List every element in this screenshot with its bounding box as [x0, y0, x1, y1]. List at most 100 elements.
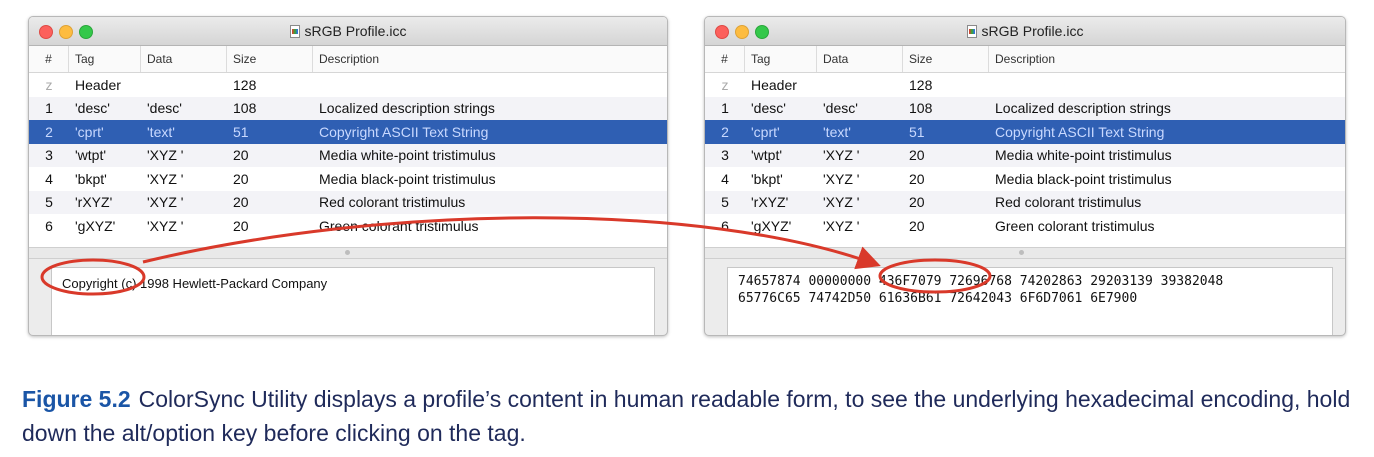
cell-number: 5 [45, 194, 53, 211]
split-view-divider[interactable] [705, 247, 1345, 259]
divider-grip-icon [345, 250, 350, 255]
table-row[interactable]: 3 'wtpt' 'XYZ ' 20 Media white-point tri… [29, 143, 667, 167]
cell-number: 1 [45, 100, 53, 117]
cell-number: 2 [45, 123, 53, 140]
column-header-description[interactable]: Description [313, 46, 667, 72]
caption-text: ColorSync Utility displays a profile’s c… [22, 386, 1351, 446]
column-header-number[interactable]: # [29, 46, 69, 72]
cell-number: 3 [721, 147, 729, 164]
cell-description: Media black-point tristimulus [995, 170, 1172, 187]
cell-description: Green colorant tristimulus [319, 217, 479, 234]
table-row[interactable]: 1 'desc' 'desc' 108 Localized descriptio… [705, 96, 1345, 120]
table-row[interactable]: z Header 128 [29, 73, 667, 97]
tag-content-text: Copyright (c) 1998 Hewlett-Packard Compa… [62, 276, 328, 291]
cell-data: 'XYZ ' [147, 194, 184, 211]
tag-table: # Tag Data Size Description z Header 128… [29, 46, 667, 247]
table-row[interactable]: 4 'bkpt' 'XYZ ' 20 Media black-point tri… [29, 167, 667, 191]
cell-number: 4 [721, 170, 729, 187]
cell-tag: 'desc' [75, 100, 110, 117]
document-icon [289, 24, 300, 38]
split-view-divider[interactable] [29, 247, 667, 259]
titlebar[interactable]: sRGB Profile.icc [29, 17, 667, 46]
column-header-number[interactable]: # [705, 46, 745, 72]
tag-table: # Tag Data Size Description z Header 128… [705, 46, 1345, 247]
tag-content-view[interactable]: Copyright (c) 1998 Hewlett-Packard Compa… [51, 267, 655, 335]
cell-data: 'text' [823, 123, 851, 140]
cell-description: Media black-point tristimulus [319, 170, 496, 187]
table-row[interactable]: 4 'bkpt' 'XYZ ' 20 Media black-point tri… [705, 167, 1345, 191]
cell-tag: 'rXYZ' [75, 194, 113, 211]
hex-line: 65776C65 74742D50 61636B61 72642043 6F6D… [738, 291, 1138, 306]
cell-description: Copyright ASCII Text String [995, 123, 1165, 140]
column-header-size[interactable]: Size [903, 46, 989, 72]
cell-data: 'XYZ ' [823, 194, 860, 211]
table-row[interactable]: 5 'rXYZ' 'XYZ ' 20 Red colorant tristimu… [705, 190, 1345, 214]
cell-tag: 'gXYZ' [751, 217, 792, 234]
cell-size: 20 [909, 194, 925, 211]
cell-description: Green colorant tristimulus [995, 217, 1155, 234]
table-row[interactable]: 3 'wtpt' 'XYZ ' 20 Media white-point tri… [705, 143, 1345, 167]
cell-number: 5 [721, 194, 729, 211]
divider-grip-icon [1019, 250, 1024, 255]
cell-tag: 'bkpt' [75, 170, 107, 187]
cell-description: Red colorant tristimulus [319, 194, 466, 211]
cell-description: Localized description strings [995, 100, 1171, 117]
table-row[interactable]: z Header 128 [705, 73, 1345, 97]
column-header-size[interactable]: Size [227, 46, 313, 72]
cell-tag: 'wtpt' [75, 147, 107, 164]
cell-size: 108 [233, 100, 257, 117]
cell-size: 128 [909, 76, 933, 93]
colorsync-window-hex-view: sRGB Profile.icc # Tag Data Size Descrip… [704, 16, 1346, 336]
cell-size: 20 [233, 147, 249, 164]
cell-size: 51 [233, 123, 249, 140]
column-header-data[interactable]: Data [817, 46, 903, 72]
column-header-data[interactable]: Data [141, 46, 227, 72]
cell-data: 'XYZ ' [823, 170, 860, 187]
column-header-description[interactable]: Description [989, 46, 1345, 72]
table-row-selected[interactable]: 2 'cprt' 'text' 51 Copyright ASCII Text … [705, 120, 1345, 144]
table-row-selected[interactable]: 2 'cprt' 'text' 51 Copyright ASCII Text … [29, 120, 667, 144]
cell-size: 128 [233, 76, 257, 93]
window-title: sRGB Profile.icc [29, 17, 667, 45]
cell-data: 'XYZ ' [823, 147, 860, 164]
cell-size: 20 [909, 170, 925, 187]
table-row[interactable]: 6 'gXYZ' 'XYZ ' 20 Green colorant tristi… [29, 214, 667, 238]
cell-size: 108 [909, 100, 933, 117]
cell-size: 20 [233, 170, 249, 187]
cell-tag: 'wtpt' [751, 147, 783, 164]
table-row[interactable]: 5 'rXYZ' 'XYZ ' 20 Red colorant tristimu… [29, 190, 667, 214]
cell-number: 2 [721, 123, 729, 140]
colorsync-window-text-view: sRGB Profile.icc # Tag Data Size Descrip… [28, 16, 668, 336]
cell-data: 'XYZ ' [147, 217, 184, 234]
hex-line: 74657874 00000000 436F7079 72696768 7420… [738, 274, 1224, 289]
cell-tag: 'cprt' [75, 123, 104, 140]
column-header-tag[interactable]: Tag [745, 46, 817, 72]
table-row[interactable]: 6 'gXYZ' 'XYZ ' 20 Green colorant tristi… [705, 214, 1345, 238]
cell-tag: Header [751, 76, 797, 93]
figure-label: Figure 5.2 [22, 386, 131, 412]
hex-content-view[interactable]: 74657874 00000000 436F7079 72696768 7420… [727, 267, 1333, 335]
cell-number: 1 [721, 100, 729, 117]
cell-data: 'XYZ ' [147, 147, 184, 164]
cell-number: z [721, 76, 729, 93]
window-title-text: sRGB Profile.icc [981, 23, 1084, 39]
table-row[interactable]: 1 'desc' 'desc' 108 Localized descriptio… [29, 96, 667, 120]
window-title: sRGB Profile.icc [705, 17, 1345, 45]
column-header-tag[interactable]: Tag [69, 46, 141, 72]
cell-size: 20 [233, 217, 249, 234]
window-title-text: sRGB Profile.icc [304, 23, 407, 39]
cell-size: 20 [909, 217, 925, 234]
cell-size: 51 [909, 123, 925, 140]
titlebar[interactable]: sRGB Profile.icc [705, 17, 1345, 46]
cell-tag: 'rXYZ' [751, 194, 789, 211]
figure-caption: Figure 5.2 ColorSync Utility displays a p… [22, 382, 1362, 450]
cell-tag: 'desc' [751, 100, 786, 117]
cell-number: z [45, 76, 53, 93]
cell-tag: 'cprt' [751, 123, 780, 140]
cell-data: 'XYZ ' [147, 170, 184, 187]
cell-tag: Header [75, 76, 121, 93]
cell-data: 'desc' [823, 100, 858, 117]
cell-description: Localized description strings [319, 100, 495, 117]
cell-number: 6 [721, 217, 729, 234]
table-header: # Tag Data Size Description [705, 46, 1345, 73]
